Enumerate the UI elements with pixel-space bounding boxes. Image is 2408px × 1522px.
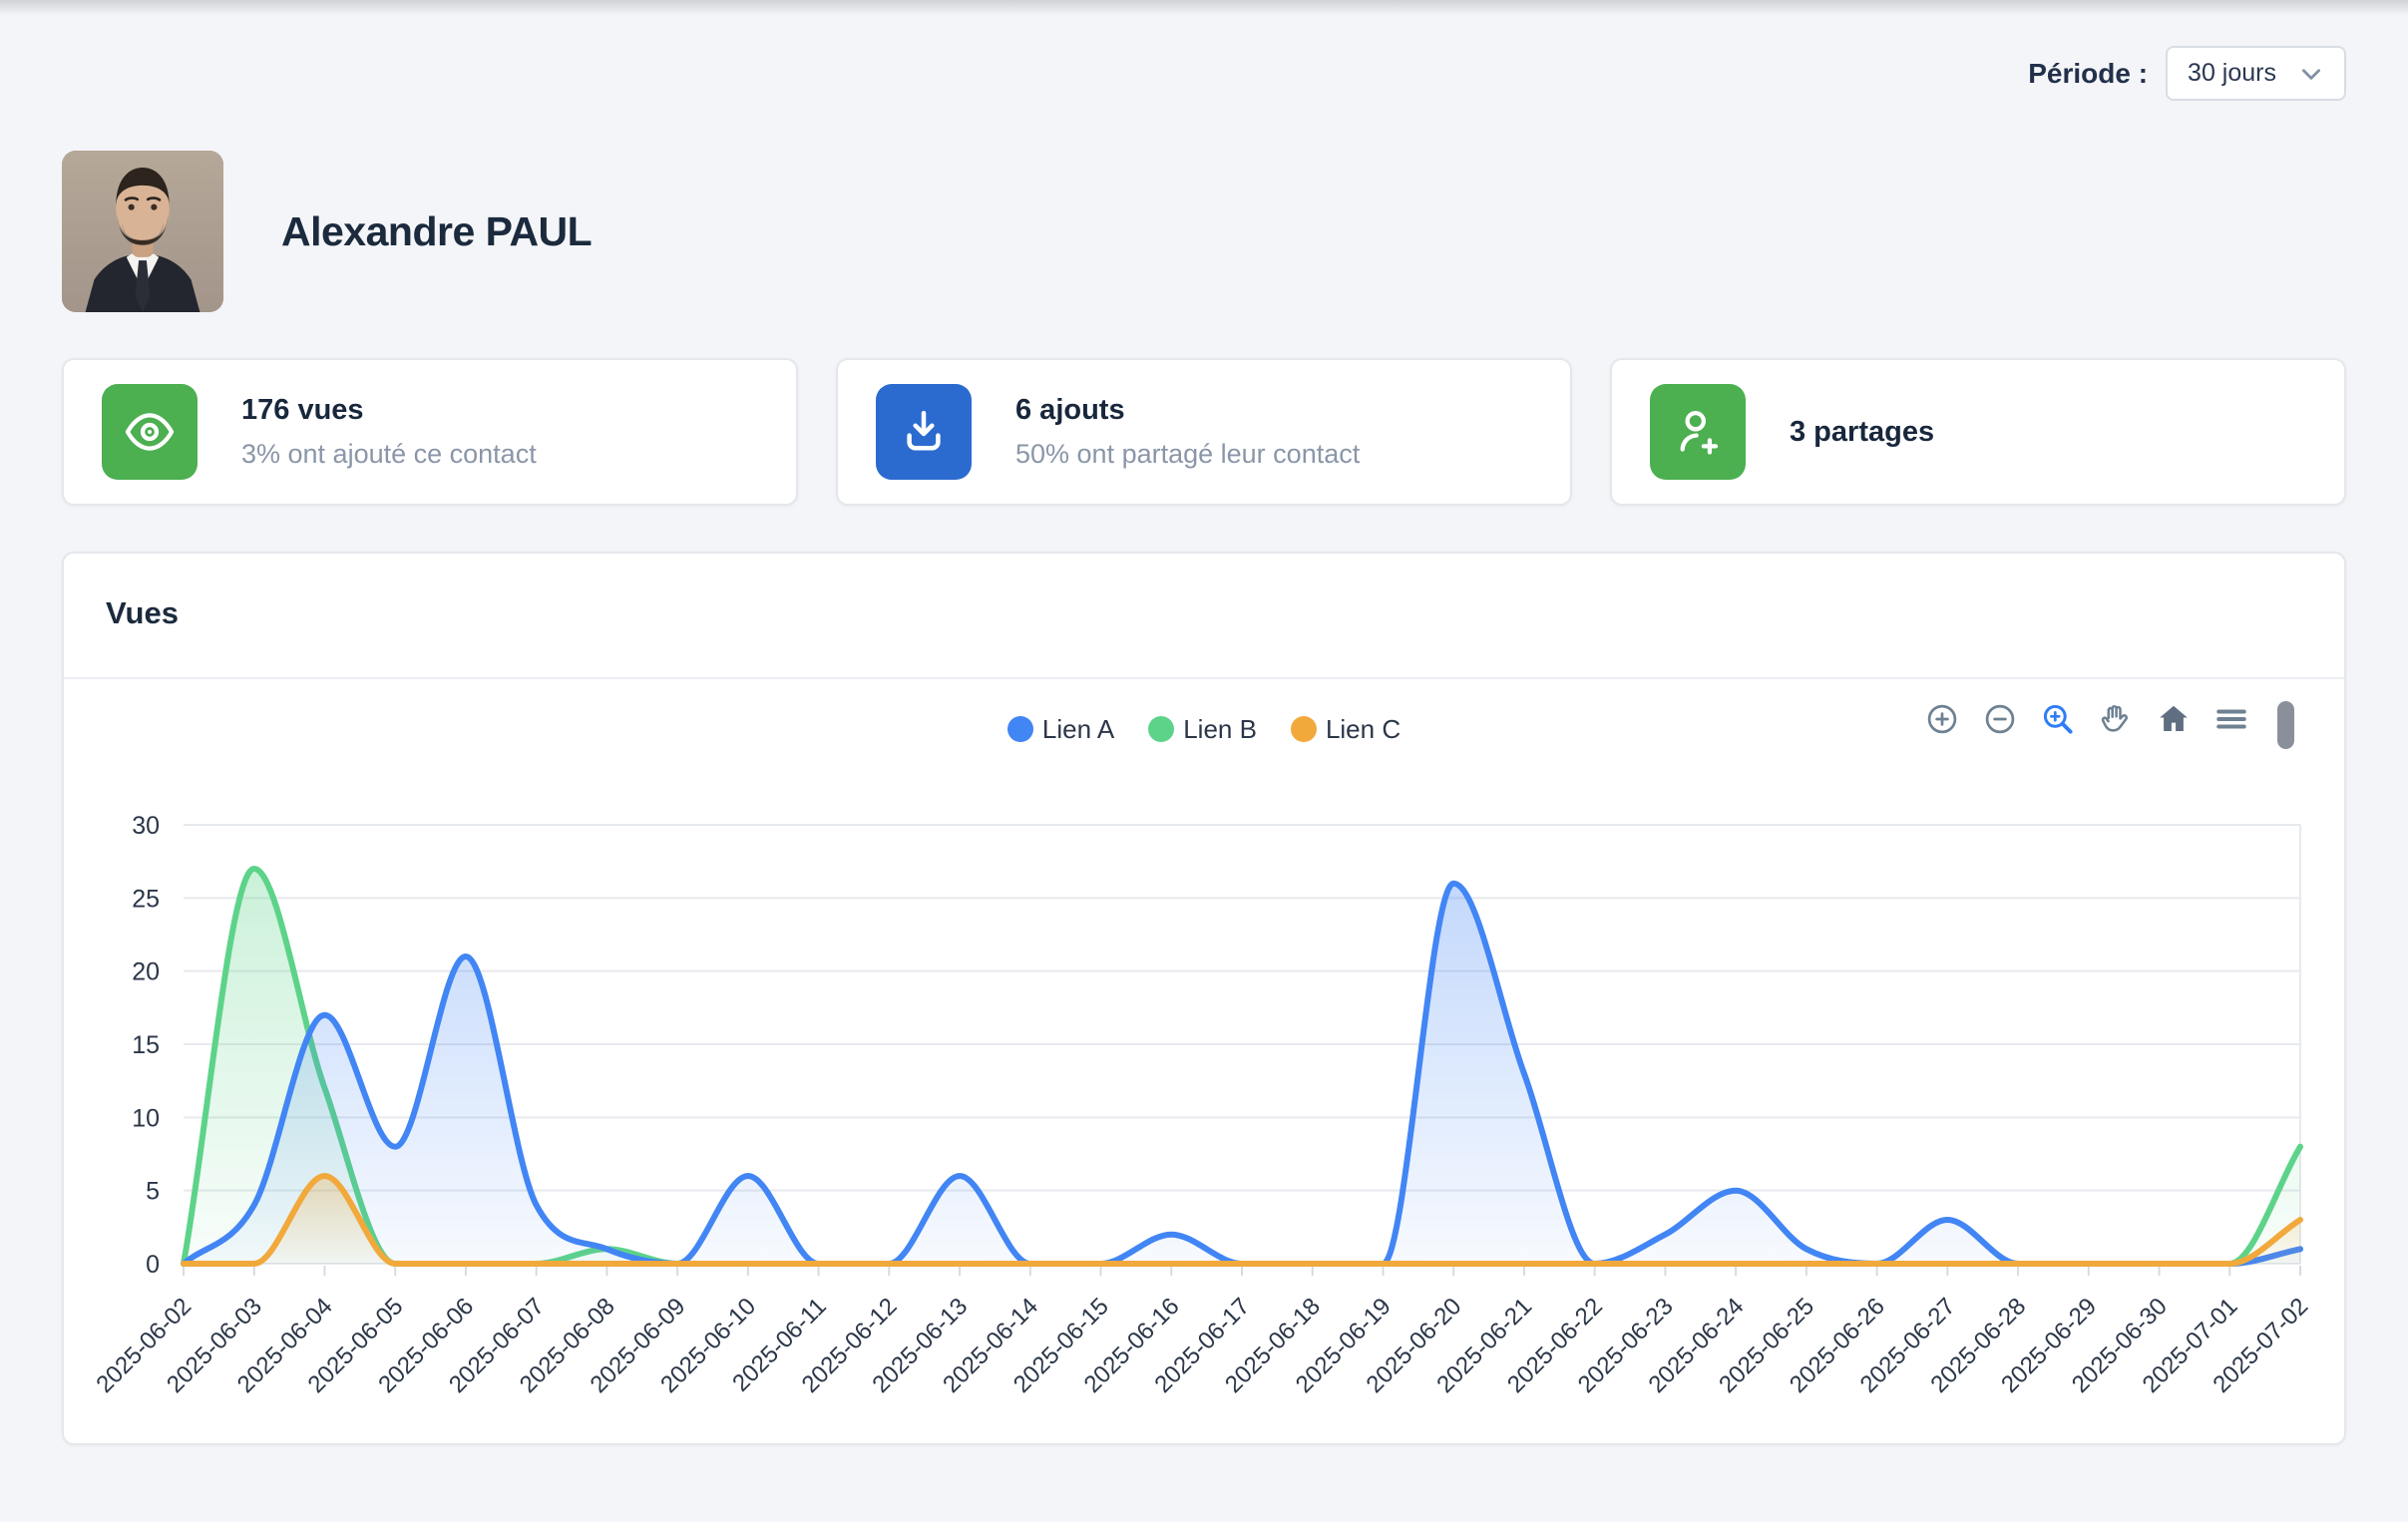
legend-item-lien-c[interactable]: Lien C — [1291, 714, 1401, 745]
legend-item-lien-b[interactable]: Lien B — [1148, 714, 1257, 745]
legend-dot — [1291, 716, 1317, 742]
y-axis-label: 10 — [132, 1104, 160, 1132]
period-row: Période : 30 jours — [62, 0, 2346, 101]
chart-topbar: Lien A Lien B Lien C — [64, 679, 2344, 779]
y-axis-label: 0 — [146, 1251, 160, 1279]
views-chart-card: Vues Lien A Lien B Lien C — [62, 552, 2346, 1445]
eye-icon — [102, 384, 198, 480]
stat-views-subtitle: 3% ont ajouté ce contact — [241, 439, 537, 470]
chart-header: Vues — [64, 554, 2344, 679]
legend-label: Lien B — [1183, 714, 1257, 745]
period-value: 30 jours — [2188, 59, 2276, 88]
stat-card-shares: 3 partages — [1610, 358, 2346, 506]
stat-adds-title: 6 ajouts — [1015, 394, 1360, 427]
scrollbar-thumb[interactable] — [2277, 701, 2294, 749]
zoom-out-button[interactable] — [1982, 701, 2018, 737]
stat-card-views: 176 vues 3% ont ajouté ce contact — [62, 358, 798, 506]
profile-photo — [62, 151, 223, 312]
stat-shares-title: 3 partages — [1790, 416, 1934, 449]
y-axis-label: 5 — [146, 1178, 160, 1206]
y-axis-label: 30 — [132, 812, 160, 840]
legend-dot — [1007, 716, 1033, 742]
selection-zoom-button[interactable] — [2040, 701, 2076, 737]
stat-adds-subtitle: 50% ont partagé leur contact — [1015, 439, 1360, 470]
pan-icon[interactable] — [2098, 701, 2134, 737]
stat-card-adds: 6 ajouts 50% ont partagé leur contact — [836, 358, 1572, 506]
legend-dot — [1148, 716, 1174, 742]
profile-row: Alexandre PAUL — [62, 151, 2346, 312]
menu-icon[interactable] — [2213, 701, 2249, 737]
legend-label: Lien A — [1042, 714, 1114, 745]
page: Période : 30 jours — [0, 0, 2408, 1445]
y-axis-label: 15 — [132, 1031, 160, 1059]
y-axis-label: 20 — [132, 958, 160, 986]
chart-toolbar — [1924, 701, 2294, 749]
views-area-chart[interactable]: 0510152025302025-06-022025-06-032025-06-… — [64, 779, 2344, 1425]
zoom-in-button[interactable] — [1924, 701, 1960, 737]
stat-views-title: 176 vues — [241, 394, 537, 427]
chart-legend: Lien A Lien B Lien C — [1007, 714, 1401, 745]
user-plus-icon — [1650, 384, 1746, 480]
home-icon[interactable] — [2156, 701, 2192, 737]
period-select[interactable]: 30 jours — [2166, 46, 2346, 101]
chevron-down-icon — [2298, 61, 2324, 87]
legend-item-lien-a[interactable]: Lien A — [1007, 714, 1114, 745]
legend-label: Lien C — [1326, 714, 1401, 745]
profile-name: Alexandre PAUL — [281, 208, 592, 255]
chart-title: Vues — [106, 595, 179, 630]
y-axis-label: 25 — [132, 885, 160, 913]
chart-body: Lien A Lien B Lien C — [64, 679, 2344, 1443]
period-label: Période : — [2028, 58, 2148, 90]
stats-row: 176 vues 3% ont ajouté ce contact 6 ajou… — [62, 358, 2346, 506]
download-icon — [876, 384, 972, 480]
